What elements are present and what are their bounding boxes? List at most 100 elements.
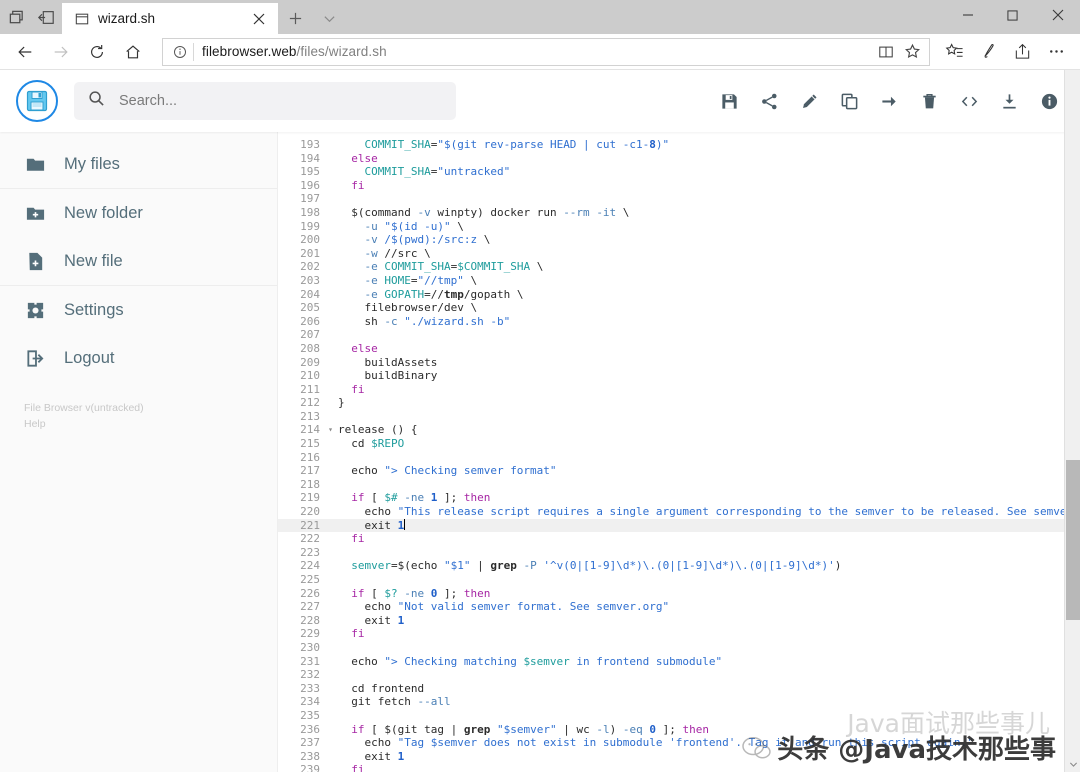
- copy-button[interactable]: [838, 90, 860, 112]
- code-line[interactable]: 224 semver=$(echo "$1" | grep -P '^v(0|[…: [278, 559, 1064, 573]
- sidebar-item-settings[interactable]: Settings: [0, 286, 277, 334]
- code-line[interactable]: 208 else: [278, 342, 1064, 356]
- sidebar-item-new-file[interactable]: New file: [0, 237, 277, 285]
- sidebar-item-my-files[interactable]: My files: [0, 140, 277, 188]
- chevron-down-icon[interactable]: [312, 3, 346, 34]
- code-line[interactable]: 232: [278, 668, 1064, 682]
- close-icon[interactable]: [248, 8, 270, 30]
- sidebar-item-logout[interactable]: Logout: [0, 334, 277, 382]
- download-button[interactable]: [998, 90, 1020, 112]
- maximize-button[interactable]: [990, 0, 1035, 30]
- code-line[interactable]: 229 fi: [278, 627, 1064, 641]
- code-line[interactable]: 195 COMMIT_SHA="untracked": [278, 165, 1064, 179]
- code-text[interactable]: -w //src \: [338, 247, 1064, 261]
- code-text[interactable]: }: [338, 396, 1064, 410]
- code-line[interactable]: 215 cd $REPO: [278, 437, 1064, 451]
- code-text[interactable]: echo "> Checking semver format": [338, 464, 1064, 478]
- code-line[interactable]: 228 exit 1: [278, 614, 1064, 628]
- code-line[interactable]: 231 echo "> Checking matching $semver in…: [278, 655, 1064, 669]
- url-bar[interactable]: filebrowser.web/files/wizard.sh: [162, 38, 930, 66]
- code-text[interactable]: exit 1: [338, 614, 1064, 628]
- code-text[interactable]: -v /$(pwd):/src:z \: [338, 233, 1064, 247]
- code-line[interactable]: 216: [278, 451, 1064, 465]
- minimize-button[interactable]: [945, 0, 990, 30]
- ellipsis-icon[interactable]: [1040, 36, 1072, 68]
- code-line[interactable]: 196 fi: [278, 179, 1064, 193]
- code-text[interactable]: COMMIT_SHA="$(git rev-parse HEAD | cut -…: [338, 138, 1064, 152]
- code-line[interactable]: 217 echo "> Checking semver format": [278, 464, 1064, 478]
- code-text[interactable]: -e GOPATH=//tmp/gopath \: [338, 288, 1064, 302]
- code-line[interactable]: 206 sh -c "./wizard.sh -b": [278, 315, 1064, 329]
- source-button[interactable]: [958, 90, 980, 112]
- code-line[interactable]: 213: [278, 410, 1064, 424]
- code-text[interactable]: buildBinary: [338, 369, 1064, 383]
- new-tab-button[interactable]: [278, 3, 312, 34]
- home-icon[interactable]: [116, 36, 150, 68]
- code-line[interactable]: 234 git fetch --all: [278, 695, 1064, 709]
- code-line[interactable]: 209 buildAssets: [278, 356, 1064, 370]
- code-line[interactable]: 198 $(command -v winpty) docker run --rm…: [278, 206, 1064, 220]
- code-line[interactable]: 193 COMMIT_SHA="$(git rev-parse HEAD | c…: [278, 138, 1064, 152]
- code-text[interactable]: sh -c "./wizard.sh -b": [338, 315, 1064, 329]
- code-line[interactable]: 220 echo "This release script requires a…: [278, 505, 1064, 519]
- code-text[interactable]: fi: [338, 532, 1064, 546]
- scrollbar-thumb[interactable]: [1066, 460, 1080, 620]
- code-text[interactable]: fi: [338, 179, 1064, 193]
- code-text[interactable]: if [ $(git tag | grep "$semver" | wc -l)…: [338, 723, 1064, 737]
- code-text[interactable]: echo "This release script requires a sin…: [338, 505, 1064, 519]
- search-input[interactable]: Search...: [119, 93, 177, 109]
- pen-icon[interactable]: [972, 36, 1004, 68]
- code-line[interactable]: 212}: [278, 396, 1064, 410]
- code-lines-container[interactable]: 193 COMMIT_SHA="$(git rev-parse HEAD | c…: [278, 132, 1064, 772]
- code-line[interactable]: 207: [278, 328, 1064, 342]
- favorites-hub-icon[interactable]: [938, 36, 970, 68]
- code-text[interactable]: fi: [338, 383, 1064, 397]
- code-text[interactable]: semver=$(echo "$1" | grep -P '^v(0|[1-9]…: [338, 559, 1064, 573]
- code-text[interactable]: $(command -v winpty) docker run --rm -it…: [338, 206, 1064, 220]
- code-text[interactable]: cd frontend: [338, 682, 1064, 696]
- vertical-scrollbar[interactable]: [1064, 70, 1080, 772]
- code-text[interactable]: echo "Not valid semver format. See semve…: [338, 600, 1064, 614]
- code-line[interactable]: 233 cd frontend: [278, 682, 1064, 696]
- code-line[interactable]: 238 exit 1: [278, 750, 1064, 764]
- code-text[interactable]: echo "Tag $semver does not exist in subm…: [338, 736, 1064, 750]
- code-line[interactable]: 226 if [ $? -ne 0 ]; then: [278, 587, 1064, 601]
- code-editor[interactable]: 193 COMMIT_SHA="$(git rev-parse HEAD | c…: [278, 132, 1080, 772]
- close-window-button[interactable]: [1035, 0, 1080, 30]
- code-line[interactable]: 204 -e GOPATH=//tmp/gopath \: [278, 288, 1064, 302]
- code-line[interactable]: 223: [278, 546, 1064, 560]
- set-aside-tabs-icon[interactable]: [36, 7, 56, 27]
- code-text[interactable]: if [ $# -ne 1 ]; then: [338, 491, 1064, 505]
- code-line[interactable]: 194 else: [278, 152, 1064, 166]
- help-link[interactable]: Help: [24, 416, 277, 432]
- forward-arrow-icon[interactable]: [44, 36, 78, 68]
- delete-button[interactable]: [918, 90, 940, 112]
- floppy-disk-logo[interactable]: [16, 80, 58, 122]
- rename-button[interactable]: [798, 90, 820, 112]
- save-button[interactable]: [718, 90, 740, 112]
- code-text[interactable]: -e HOME="//tmp" \: [338, 274, 1064, 288]
- code-line[interactable]: 205 filebrowser/dev \: [278, 301, 1064, 315]
- code-text[interactable]: release () {: [338, 423, 1064, 437]
- code-line[interactable]: 199 -u "$(id -u)" \: [278, 220, 1064, 234]
- code-text[interactable]: exit 1: [338, 519, 1064, 533]
- code-text[interactable]: git fetch --all: [338, 695, 1064, 709]
- info-circle-icon[interactable]: [167, 39, 193, 65]
- code-line[interactable]: 203 -e HOME="//tmp" \: [278, 274, 1064, 288]
- code-line[interactable]: 222 fi: [278, 532, 1064, 546]
- book-icon[interactable]: [873, 39, 899, 65]
- fold-toggle-icon[interactable]: ▾: [325, 424, 333, 435]
- code-line[interactable]: 225: [278, 573, 1064, 587]
- scroll-down-arrow-icon[interactable]: [1065, 756, 1080, 772]
- sidebar-item-new-folder[interactable]: New folder: [0, 189, 277, 237]
- code-line[interactable]: 214▾release () {: [278, 423, 1064, 437]
- move-button[interactable]: [878, 90, 900, 112]
- code-text[interactable]: exit 1: [338, 750, 1064, 764]
- code-line[interactable]: 211 fi: [278, 383, 1064, 397]
- code-line[interactable]: 218: [278, 478, 1064, 492]
- code-text[interactable]: else: [338, 342, 1064, 356]
- search-bar[interactable]: Search...: [74, 82, 456, 120]
- code-line[interactable]: 210 buildBinary: [278, 369, 1064, 383]
- back-arrow-icon[interactable]: [8, 36, 42, 68]
- code-text[interactable]: fi: [338, 627, 1064, 641]
